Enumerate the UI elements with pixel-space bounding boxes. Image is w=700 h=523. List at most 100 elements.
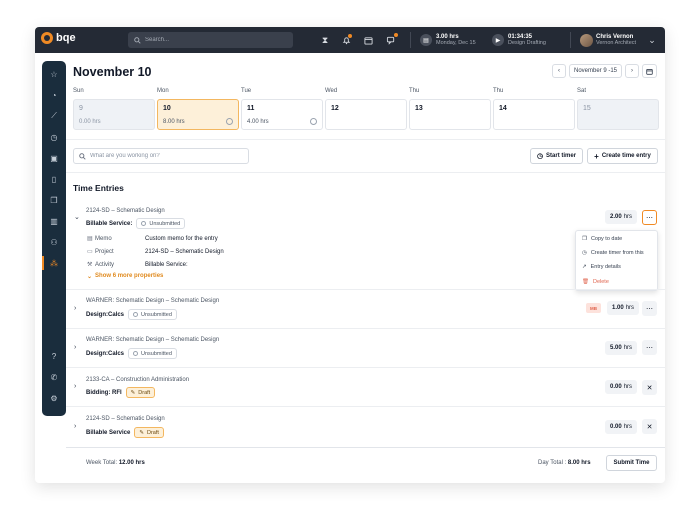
entry-context-menu: ❐ Copy to date ◷ Create timer from this ↗ E… — [575, 230, 658, 291]
menu-create-timer[interactable]: ◷ Create timer from this — [582, 250, 644, 256]
bell-icon[interactable] — [340, 34, 352, 46]
chevron-right-icon[interactable]: › — [74, 305, 76, 312]
folder-icon: ▭ — [87, 249, 93, 255]
chart-icon[interactable]: ⟋ — [42, 107, 66, 125]
day-number: 12 — [331, 105, 339, 112]
day-hours: 8.00 hrs — [163, 119, 185, 125]
submit-time-button[interactable]: Submit Time — [606, 455, 657, 471]
phone-icon[interactable]: ✆ — [42, 368, 66, 386]
play-icon[interactable]: ▶ — [492, 34, 504, 46]
users-icon[interactable]: ⚇ — [42, 233, 66, 251]
entry-hours[interactable]: 0.00 hrs — [605, 380, 638, 394]
projects-icon[interactable]: ⁂ — [42, 254, 66, 272]
running-activity: Design Drafting — [508, 39, 546, 46]
day-hours: 0.00 hrs — [79, 119, 101, 125]
menu-delete[interactable]: 🗑 Delete — [582, 279, 609, 285]
close-icon: ✕ — [646, 423, 653, 431]
logo-icon — [41, 32, 53, 44]
day-cell-thu-2[interactable]: 14 — [493, 99, 575, 130]
daily-hours-pill[interactable]: ▤ 3.00 hrs Monday, Dec 15 — [420, 31, 476, 49]
entry-service: Bidding: RFI ✎ Draft — [86, 387, 156, 398]
work-description-input[interactable] — [90, 153, 240, 159]
entry-hours[interactable]: 0.00 hrs — [605, 420, 638, 434]
entry-project: 2124-SD – Schematic Design — [86, 416, 165, 422]
chat-dot — [394, 33, 398, 37]
next-week-button[interactable]: › — [625, 64, 639, 78]
memo-icon: ▤ — [87, 236, 93, 242]
remove-entry-button[interactable]: ✕ — [642, 419, 657, 434]
star-icon[interactable]: ☆ — [42, 65, 66, 83]
user-initials-badge: MB — [586, 303, 601, 313]
more-options-button[interactable]: ⋯ — [642, 301, 657, 316]
detail-activity: ⚒ Activity Billable Service: — [87, 261, 188, 269]
chevron-right-icon[interactable]: › — [74, 383, 76, 390]
chevron-down-icon[interactable]: ⌄ — [646, 34, 658, 46]
day-number: 14 — [499, 105, 507, 112]
day-total: Day Total : 8.00 hrs — [538, 460, 591, 466]
remove-entry-button[interactable]: ✕ — [642, 380, 657, 395]
divider — [410, 32, 411, 48]
day-cell-sat[interactable]: 15 — [577, 99, 659, 130]
briefcase-icon[interactable]: ▣ — [42, 149, 66, 167]
prev-week-button[interactable]: ‹ — [552, 64, 566, 78]
menu-entry-details[interactable]: ↗ Entry details — [582, 264, 621, 270]
hourglass-icon[interactable]: ⧗ — [319, 34, 331, 46]
daily-date: Monday, Dec 15 — [436, 39, 476, 46]
brand-logo[interactable]: bqe — [41, 32, 76, 44]
day-label-tue: Tue — [241, 88, 252, 94]
invoice-icon[interactable]: ▥ — [42, 212, 66, 230]
status-badge: ✎ Draft — [125, 387, 156, 398]
calendar-icon[interactable] — [362, 34, 374, 46]
user-menu[interactable]: Chris Vernon Vernon Architect — [596, 31, 636, 49]
entry-hours[interactable]: 2.00 hrs — [605, 210, 638, 224]
day-cell-thu[interactable]: 13 — [409, 99, 491, 130]
day-label-thu-2: Thu — [493, 88, 504, 94]
entry-hours[interactable]: 1.00 hrs — [607, 301, 640, 315]
status-badge: Unsubmitted — [128, 309, 177, 320]
running-timer[interactable]: ▶ 01:34:35 Design Drafting — [492, 31, 546, 49]
detail-project: ▭ Project 2124-SD – Schematic Design — [87, 248, 224, 256]
entry-hours[interactable]: 5.00 hrs — [605, 341, 638, 355]
chevron-down-icon[interactable]: ⌄ — [74, 213, 80, 221]
day-hours: 4.00 hrs — [247, 119, 269, 125]
search-input[interactable] — [145, 37, 275, 43]
chevron-right-icon[interactable]: › — [74, 344, 76, 351]
entry-service: Design:Calcs Unsubmitted — [86, 348, 177, 359]
day-cell-tue[interactable]: 11 4.00 hrs — [241, 99, 323, 130]
day-label-wed: Wed — [325, 88, 338, 94]
start-timer-button[interactable]: ◷ Start timer — [530, 148, 583, 164]
day-cell-mon[interactable]: 10 8.00 hrs — [157, 99, 239, 130]
global-search[interactable] — [128, 32, 293, 48]
chat-icon[interactable] — [385, 33, 398, 46]
section-title: Time Entries — [73, 183, 124, 193]
more-options-button[interactable]: ⋯ — [642, 210, 657, 225]
top-bar: bqe ⧗ ▤ 3.00 hrs Monday, Dec 15 ▶ — [35, 27, 665, 53]
create-time-entry-button[interactable]: + Create time entry — [587, 148, 658, 164]
clock-icon[interactable]: ◷ — [42, 128, 66, 146]
edit-icon: ✎ — [130, 389, 136, 396]
gear-icon[interactable]: ⚙ — [42, 389, 66, 407]
dashboard-icon[interactable]: ◔ — [42, 86, 66, 104]
user-role: Vernon Architect — [596, 39, 637, 46]
search-icon — [79, 152, 86, 160]
day-cell-wed[interactable]: 12 — [325, 99, 407, 130]
chevron-right-icon[interactable]: › — [74, 423, 76, 430]
divider — [66, 447, 665, 448]
day-cell-sun[interactable]: 9 0.00 hrs — [73, 99, 155, 130]
document-icon[interactable]: ▯ — [42, 170, 66, 188]
external-link-icon: ↗ — [582, 264, 587, 270]
avatar[interactable] — [580, 34, 593, 47]
left-sidebar: ☆ ◔ ⟋ ◷ ▣ ▯ ❐ ▥ ⚇ ⁂ ? ✆ ⚙ — [42, 61, 66, 416]
copy-icon[interactable]: ❐ — [42, 191, 66, 209]
ellipsis-icon: ⋯ — [646, 214, 653, 222]
calendar-icon — [646, 68, 653, 75]
day-label-mon: Mon — [157, 88, 169, 94]
menu-copy-to-date[interactable]: ❐ Copy to date — [582, 236, 622, 242]
more-options-button[interactable]: ⋯ — [642, 340, 657, 355]
week-range[interactable]: November 9 -15 — [569, 64, 622, 78]
day-status-icon — [226, 118, 233, 125]
calendar-button[interactable] — [642, 64, 657, 78]
show-more-properties-link[interactable]: ⌄ Show 6 more properties — [87, 273, 163, 280]
help-icon[interactable]: ? — [42, 347, 66, 365]
work-description-field[interactable] — [73, 148, 249, 164]
